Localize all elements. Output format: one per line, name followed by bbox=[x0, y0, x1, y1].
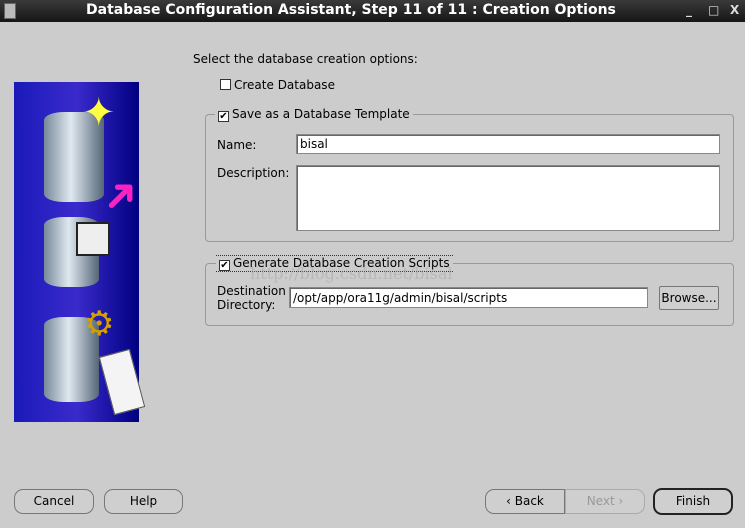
checkbox-box[interactable]: ✔ bbox=[218, 111, 229, 122]
save-template-checkbox[interactable]: ✔ Save as a Database Template bbox=[215, 107, 413, 122]
window-title: Database Configuration Assistant, Step 1… bbox=[86, 2, 616, 18]
description-input[interactable] bbox=[296, 165, 720, 231]
back-label: Back bbox=[514, 494, 544, 508]
create-database-label: Create Database bbox=[234, 78, 335, 92]
gears-icon: ⚙ bbox=[84, 304, 115, 344]
create-database-checkbox[interactable]: Create Database bbox=[220, 78, 335, 92]
checkbox-box[interactable] bbox=[220, 79, 231, 90]
prompt-label: Select the database creation options: bbox=[193, 52, 418, 66]
maximize-button[interactable]: □ bbox=[708, 3, 719, 17]
minimize-button[interactable]: _ bbox=[686, 3, 692, 17]
checkbox-box[interactable]: ✔ bbox=[219, 260, 230, 271]
chevron-right-icon: › bbox=[614, 494, 624, 508]
star-icon: ✦ bbox=[82, 90, 116, 136]
watermark: http://blog.csdn.net/bisal bbox=[250, 264, 453, 283]
floppy-icon bbox=[76, 222, 110, 256]
cancel-button[interactable]: Cancel bbox=[14, 489, 94, 514]
finish-button[interactable]: Finish bbox=[653, 488, 733, 515]
wizard-illustration: ✦ ➜ ⚙ bbox=[14, 82, 152, 422]
destination-label-line1: Destination bbox=[217, 284, 286, 298]
destination-label-line2: Directory: bbox=[217, 298, 276, 312]
back-button[interactable]: ‹ Back bbox=[485, 489, 565, 514]
sql-scroll-icon bbox=[98, 348, 146, 416]
destination-directory-input[interactable] bbox=[289, 287, 648, 308]
name-label: Name: bbox=[217, 138, 257, 152]
app-icon bbox=[4, 3, 16, 19]
next-label: Next bbox=[586, 494, 615, 508]
destination-label: Destination Directory: bbox=[217, 284, 286, 312]
help-button[interactable]: Help bbox=[104, 489, 183, 514]
title-bar: Database Configuration Assistant, Step 1… bbox=[0, 0, 745, 22]
close-button[interactable]: X bbox=[730, 3, 739, 17]
description-label: Description: bbox=[217, 166, 290, 180]
browse-button[interactable]: Browse... bbox=[659, 286, 719, 310]
next-button[interactable]: Next › bbox=[565, 489, 645, 514]
name-input[interactable] bbox=[296, 134, 720, 154]
chevron-left-icon: ‹ bbox=[506, 494, 515, 508]
save-template-label: Save as a Database Template bbox=[232, 107, 410, 121]
